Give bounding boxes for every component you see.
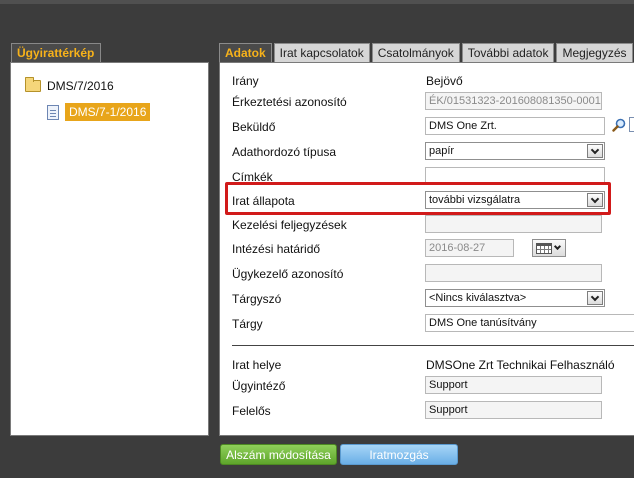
tree-item-folder[interactable]: DMS/7/2016 <box>25 77 114 93</box>
tree-item-document[interactable]: DMS/7-1/2016 <box>47 103 151 121</box>
chevron-down-icon[interactable] <box>587 144 603 158</box>
ugyintezo-field: Support <box>425 376 602 394</box>
intezesi-date-field[interactable]: 2016-08-27 <box>425 239 514 257</box>
targy-field[interactable]: DMS One tanúsítvány <box>425 314 634 332</box>
ugyintezo-label: Ügyintéző <box>232 379 286 393</box>
intezesi-label: Intézési határidő <box>232 242 321 256</box>
alszam-modositasa-button[interactable]: Alszám módosítása <box>220 444 337 465</box>
ugykezelo-label: Ügykezelő azonosító <box>232 267 344 281</box>
row-ugykezelo: Ügykezelő azonosító <box>232 264 632 284</box>
bekuldo-label: Beküldő <box>232 120 276 134</box>
adathordozo-label: Adathordozó típusa <box>232 145 337 159</box>
tree-folder-label: DMS/7/2016 <box>47 79 114 93</box>
row-targyszo: Tárgyszó <Nincs kiválasztva> <box>232 289 632 309</box>
tab-tovabbi-adatok[interactable]: További adatok <box>461 43 555 62</box>
erkeztetesi-label: Érkeztetési azonosító <box>232 95 347 109</box>
section-divider <box>232 345 634 346</box>
detail-tabs: Adatok Irat kapcsolatok Csatolmányok Tov… <box>219 43 634 63</box>
irany-label: Irány <box>232 74 259 88</box>
adathordozo-select[interactable]: papír <box>425 142 605 160</box>
case-map-panel: DMS/7/2016 DMS/7-1/2016 <box>10 62 209 436</box>
iratmozgas-button[interactable]: Iratmozgás <box>340 444 458 465</box>
tab-csatolmanyok[interactable]: Csatolmányok <box>371 43 460 62</box>
targyszo-selected-value: <Nincs kiválasztva> <box>429 292 527 304</box>
row-irat-allapota: Irat állapota további vizsgálatra <box>232 191 632 211</box>
document-data-panel: Irány Bejövő Érkeztetési azonosító ÉK/01… <box>219 62 634 436</box>
irat-allapota-selected-value: további vizsgálatra <box>429 194 521 206</box>
row-targy: Tárgy DMS One tanúsítvány <box>232 314 634 334</box>
folder-icon <box>25 77 41 92</box>
kezelesi-field <box>425 215 602 233</box>
row-erkeztetesi: Érkeztetési azonosító ÉK/01531323-201608… <box>232 92 632 112</box>
tab-irat-kapcsolatok[interactable]: Irat kapcsolatok <box>273 43 370 62</box>
irat-allapota-label: Irat állapota <box>232 194 295 208</box>
erkeztetesi-field: ÉK/01531323-201608081350-0001 <box>425 92 602 110</box>
tab-megjegyzes[interactable]: Megjegyzés <box>556 43 633 62</box>
tab-adatok[interactable]: Adatok <box>219 43 272 63</box>
calendar-button[interactable] <box>532 239 566 257</box>
row-felelos: Felelős Support <box>232 401 632 421</box>
irany-value: Bejövő <box>426 74 463 88</box>
row-intezesi: Intézési határidő 2016-08-27 <box>232 239 632 259</box>
document-icon <box>47 104 59 120</box>
calendar-icon <box>536 242 552 254</box>
targy-label: Tárgy <box>232 317 263 331</box>
irat-helye-label: Irat helye <box>232 358 282 372</box>
kezelesi-label: Kezelési feljegyzések <box>232 218 347 232</box>
cimkek-field[interactable] <box>425 167 605 185</box>
row-ugyintezo: Ügyintéző Support <box>232 376 632 396</box>
irat-helye-value: DMSOne Zrt Technikai Felhasználó <box>426 358 615 372</box>
new-document-icon[interactable] <box>629 117 634 132</box>
cimkek-label: Címkék <box>232 170 273 184</box>
row-kezelesi: Kezelési feljegyzések <box>232 215 632 235</box>
ugykezelo-field <box>425 264 602 282</box>
row-irat-helye: Irat helye DMSOne Zrt Technikai Felhaszn… <box>232 355 632 375</box>
search-icon[interactable] <box>612 118 626 132</box>
felelos-label: Felelős <box>232 404 271 418</box>
targyszo-label: Tárgyszó <box>232 292 282 306</box>
row-adathordozo: Adathordozó típusa papír <box>232 142 632 162</box>
irat-allapota-select[interactable]: további vizsgálatra <box>425 191 605 209</box>
chevron-down-icon[interactable] <box>587 291 603 305</box>
adathordozo-selected-value: papír <box>429 145 455 157</box>
bekuldo-field[interactable]: DMS One Zrt. <box>425 117 605 135</box>
tree-document-label-selected: DMS/7-1/2016 <box>65 103 151 121</box>
targyszo-select[interactable]: <Nincs kiválasztva> <box>425 289 605 307</box>
chevron-down-icon <box>553 242 562 251</box>
row-cimkek: Címkék <box>232 167 632 187</box>
row-irany: Irány Bejövő <box>232 71 632 91</box>
tab-ugyirutterkep[interactable]: Ügyirattérkép <box>11 43 101 63</box>
chevron-down-icon[interactable] <box>587 193 603 207</box>
header-strip <box>0 4 634 34</box>
felelos-field: Support <box>425 401 602 419</box>
row-bekuldo: Beküldő DMS One Zrt. <box>232 117 634 137</box>
